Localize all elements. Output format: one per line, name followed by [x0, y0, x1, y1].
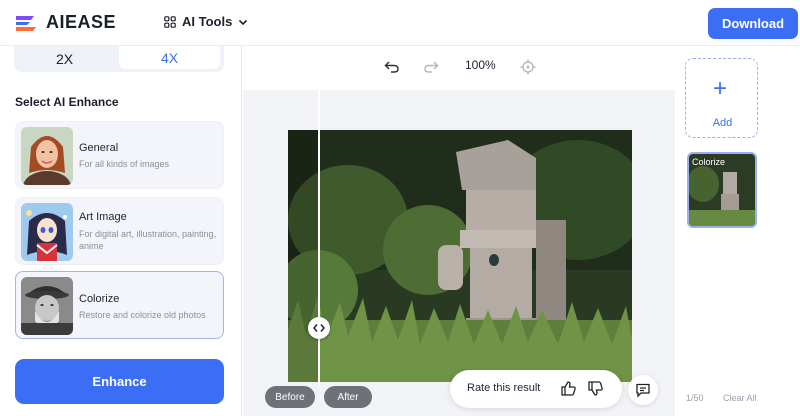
- rating-text: Rate this result: [467, 382, 541, 394]
- thumbs-down-icon[interactable]: [587, 380, 604, 397]
- compare-photo: [288, 130, 632, 382]
- ai-tools-label: AI Tools: [182, 14, 233, 29]
- card-desc: For digital art, illustration, painting,…: [79, 229, 217, 251]
- graveyard-image: [288, 130, 632, 382]
- image-count: 1/50: [686, 393, 704, 403]
- image-canvas: [243, 90, 675, 416]
- anime-image: [21, 203, 73, 261]
- before-button[interactable]: Before: [265, 386, 315, 408]
- grid-icon: [164, 15, 176, 28]
- thumbs-up-icon[interactable]: [560, 380, 577, 397]
- colorize-thumbnail: [21, 277, 73, 335]
- rating-box: Rate this result: [450, 370, 622, 408]
- logo-icon: [16, 15, 36, 31]
- target-icon[interactable]: [519, 58, 537, 76]
- chevron-down-icon: [239, 19, 248, 25]
- art-thumbnail: [21, 203, 73, 261]
- arrows-horizontal-icon: [313, 324, 325, 332]
- general-thumbnail: [21, 127, 73, 185]
- thumbnail-label: Colorize: [692, 157, 726, 167]
- download-button[interactable]: Download: [708, 8, 798, 39]
- zoom-level[interactable]: 100%: [465, 58, 496, 72]
- card-title: General: [79, 142, 119, 154]
- old-man-image: [21, 277, 73, 335]
- add-image-button[interactable]: + Add: [685, 58, 758, 138]
- card-desc: Restore and colorize old photos: [79, 310, 206, 320]
- card-desc: For all kinds of images: [79, 159, 170, 169]
- ai-tools-menu[interactable]: AI Tools: [164, 14, 248, 29]
- card-title: Colorize: [79, 293, 120, 305]
- enhance-card-art-image[interactable]: Art Image For digital art, illustration,…: [15, 197, 224, 265]
- enhance-card-general[interactable]: General For all kinds of images: [15, 121, 224, 189]
- clear-all-link[interactable]: Clear All: [723, 393, 757, 403]
- left-panel: 2X 4X Select AI Enhance General For all …: [0, 46, 242, 416]
- compare-divider[interactable]: [318, 90, 320, 386]
- scale-selector: 2X 4X: [14, 46, 224, 72]
- redo-icon[interactable]: [422, 58, 440, 76]
- section-title: Select AI Enhance: [15, 95, 119, 109]
- scale-option-2x[interactable]: 2X: [14, 46, 115, 72]
- logo[interactable]: AIEASE: [14, 12, 116, 33]
- header: AIEASE AI Tools Download: [0, 0, 800, 46]
- scale-option-4x[interactable]: 4X: [119, 46, 220, 69]
- after-button[interactable]: After: [324, 386, 372, 408]
- add-label: Add: [712, 117, 733, 129]
- canvas-toolbar: 100%: [243, 46, 675, 90]
- enhance-button[interactable]: Enhance: [15, 359, 224, 404]
- right-panel: + Add Colorize 1/50 Clear All: [675, 46, 800, 416]
- app-root: AIEASE AI Tools Download 2X 4X Select AI…: [0, 0, 800, 416]
- card-title: Art Image: [79, 211, 127, 223]
- feedback-icon: [636, 383, 650, 398]
- portrait-image: [21, 127, 73, 185]
- logo-text: AIEASE: [46, 12, 117, 32]
- result-thumbnail[interactable]: Colorize: [687, 152, 757, 228]
- feedback-button[interactable]: [628, 375, 658, 405]
- undo-icon[interactable]: [383, 58, 401, 76]
- compare-handle[interactable]: [308, 317, 330, 339]
- enhance-card-colorize[interactable]: Colorize Restore and colorize old photos: [15, 271, 224, 339]
- plus-icon: +: [713, 75, 728, 102]
